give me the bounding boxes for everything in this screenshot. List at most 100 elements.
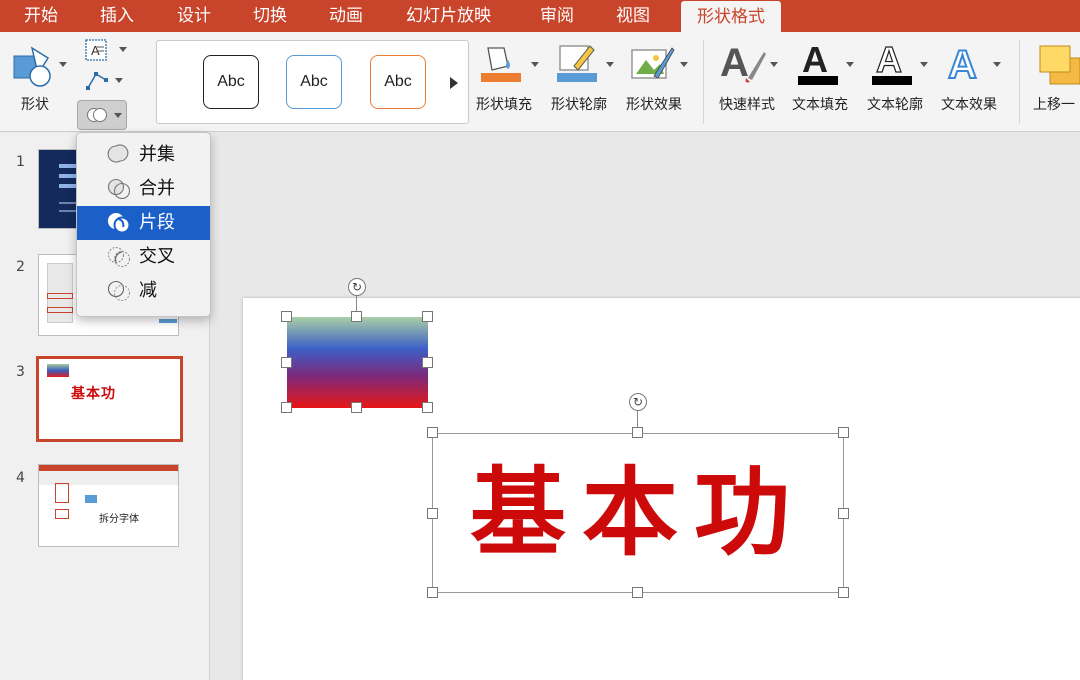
slide-number: 3 — [16, 364, 25, 380]
shapes-icon[interactable] — [10, 44, 56, 90]
slide-number: 4 — [16, 470, 25, 486]
menu-item-combine[interactable]: 合并 — [77, 172, 210, 206]
resize-handle[interactable] — [422, 357, 433, 368]
quick-styles-dropdown-icon[interactable] — [770, 62, 778, 67]
resize-handle[interactable] — [351, 311, 362, 322]
thumb-decoration — [47, 293, 73, 299]
shape-fill-icon[interactable] — [478, 40, 524, 86]
resize-handle[interactable] — [422, 311, 433, 322]
resize-handle[interactable] — [632, 587, 643, 598]
menu-item-label: 交叉 — [139, 246, 175, 267]
menu-item-label: 并集 — [139, 144, 175, 165]
rotate-handle-icon[interactable]: ↻ — [629, 393, 647, 411]
shape-fill-dropdown-icon[interactable] — [531, 62, 539, 67]
slide-number: 1 — [16, 154, 25, 170]
thumb-decoration — [55, 483, 69, 503]
shapes-dropdown-icon[interactable] — [59, 62, 67, 67]
text-fill-icon[interactable]: A — [796, 38, 840, 88]
style-preset-blue[interactable]: Abc — [286, 55, 342, 109]
ribbon-separator — [1019, 40, 1020, 124]
tab-view[interactable]: 视图 — [616, 0, 650, 32]
gallery-next-icon[interactable] — [450, 77, 458, 89]
svg-text:A: A — [876, 39, 902, 80]
edit-points-dropdown-icon[interactable] — [115, 78, 123, 83]
svg-text:A: A — [948, 43, 977, 87]
tab-shape-format[interactable]: 形状格式 — [681, 1, 781, 32]
menu-item-subtract[interactable]: 减 — [77, 274, 210, 308]
text-outline-icon[interactable]: A — [870, 38, 914, 88]
bring-forward-label: 上移一 — [1033, 97, 1075, 113]
text-box-selection[interactable]: 基本功 — [432, 433, 844, 593]
slide-thumbnail-4[interactable]: 拆分字体 — [38, 464, 179, 547]
shapes-label: 形状 — [21, 97, 49, 113]
shape-effects-label: 形状效果 — [626, 97, 682, 113]
intersect-icon — [108, 247, 130, 267]
menu-item-union[interactable]: 并集 — [77, 138, 210, 172]
resize-handle[interactable] — [281, 402, 292, 413]
tab-slideshow[interactable]: 幻灯片放映 — [406, 0, 491, 32]
tab-home[interactable]: 开始 — [24, 0, 58, 32]
tab-review[interactable]: 审阅 — [540, 0, 574, 32]
menu-item-intersect[interactable]: 交叉 — [77, 240, 210, 274]
text-outline-dropdown-icon[interactable] — [920, 62, 928, 67]
resize-handle[interactable] — [281, 357, 292, 368]
text-box-dropdown-icon[interactable] — [119, 47, 127, 52]
fragment-icon — [107, 212, 131, 234]
resize-handle[interactable] — [838, 508, 849, 519]
tab-transitions[interactable]: 切换 — [253, 0, 287, 32]
style-preset-orange[interactable]: Abc — [370, 55, 426, 109]
menu-item-label: 减 — [139, 280, 157, 301]
tab-design[interactable]: 设计 — [177, 0, 211, 32]
shape-outline-label: 形状轮廓 — [551, 97, 607, 113]
subtract-icon — [107, 280, 130, 301]
merge-shapes-button[interactable] — [77, 100, 127, 130]
resize-handle[interactable] — [427, 427, 438, 438]
thumb-decoration — [85, 495, 97, 503]
text-effects-label: 文本效果 — [941, 97, 997, 113]
text-effects-icon[interactable]: A — [944, 38, 988, 88]
menu-item-label: 片段 — [139, 212, 175, 233]
rotate-handle-icon[interactable]: ↻ — [348, 278, 366, 296]
menu-item-fragment[interactable]: 片段 — [77, 206, 210, 240]
edit-points-icon[interactable] — [84, 68, 110, 92]
text-fill-dropdown-icon[interactable] — [846, 62, 854, 67]
thumb-decoration — [47, 307, 73, 313]
resize-handle[interactable] — [351, 402, 362, 413]
resize-handle[interactable] — [281, 311, 292, 322]
text-fill-label: 文本填充 — [792, 97, 848, 113]
text-effects-dropdown-icon[interactable] — [993, 62, 1001, 67]
thumb-title: 拆分字体 — [99, 514, 139, 525]
resize-handle[interactable] — [427, 587, 438, 598]
resize-handle[interactable] — [427, 508, 438, 519]
bring-forward-icon[interactable] — [1036, 42, 1080, 88]
shape-fill-label: 形状填充 — [476, 97, 532, 113]
shape-effects-dropdown-icon[interactable] — [680, 62, 688, 67]
merge-shapes-menu: 并集 合并 片段 交叉 减 — [76, 132, 211, 317]
resize-handle[interactable] — [422, 402, 433, 413]
ribbon-tab-bar: 开始 插入 设计 切换 动画 幻灯片放映 审阅 视图 形状格式 — [0, 0, 1080, 32]
shape-outline-icon[interactable] — [554, 40, 600, 86]
shape-outline-dropdown-icon[interactable] — [606, 62, 614, 67]
tab-insert[interactable]: 插入 — [100, 0, 134, 32]
tab-animations[interactable]: 动画 — [329, 0, 363, 32]
resize-handle[interactable] — [838, 427, 849, 438]
text-outline-label: 文本轮廓 — [867, 97, 923, 113]
merge-shapes-dropdown-icon — [114, 113, 122, 118]
svg-text:A: A — [720, 41, 749, 85]
quick-styles-label: 快速样式 — [719, 97, 775, 113]
text-box-icon[interactable]: A — [84, 38, 110, 62]
slide-thumbnail-3[interactable]: 基本功 — [36, 356, 183, 442]
shape-styles-gallery: Abc Abc Abc — [156, 40, 469, 124]
resize-handle[interactable] — [632, 427, 643, 438]
wordart-text[interactable]: 基本功 — [433, 434, 843, 592]
shape-effects-icon[interactable] — [628, 40, 676, 86]
ribbon-separator — [703, 40, 704, 124]
combine-icon — [107, 178, 131, 200]
style-preset-black[interactable]: Abc — [203, 55, 259, 109]
svg-text:A: A — [802, 39, 828, 80]
resize-handle[interactable] — [838, 587, 849, 598]
quick-styles-icon[interactable]: A — [718, 38, 768, 88]
gradient-rectangle-shape[interactable] — [287, 317, 428, 408]
union-icon — [107, 144, 129, 163]
thumb-decoration — [159, 319, 177, 323]
